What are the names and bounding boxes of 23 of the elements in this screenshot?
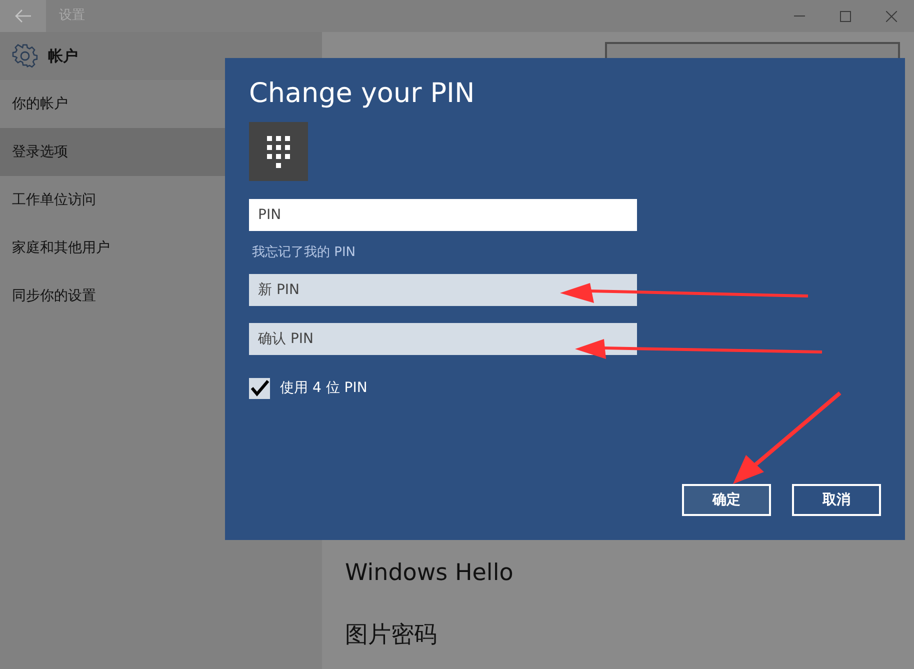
section-title: 帐户	[48, 46, 78, 67]
keypad-icon	[249, 122, 308, 182]
settings-icon	[12, 43, 38, 69]
sidebar-item[interactable]: 你的帐户	[0, 80, 225, 128]
sidebar-item[interactable]: 同步你的设置	[0, 272, 225, 320]
back-button[interactable]	[0, 0, 46, 32]
section-heading: 图片密码	[345, 622, 438, 650]
sidebar-item[interactable]: 家庭和其他用户	[0, 224, 225, 272]
sidebar-item[interactable]: 登录选项	[0, 128, 225, 176]
back-arrow-icon	[15, 9, 31, 23]
checkmark-icon	[250, 378, 270, 398]
sidebar-item[interactable]: 工作单位访问	[0, 176, 225, 224]
checkbox-label: 使用 4 位 PIN	[280, 378, 368, 398]
dialog-title: Change your PIN	[249, 78, 476, 110]
minimize-icon	[794, 15, 804, 17]
maximize-icon	[840, 10, 850, 22]
pin-field[interactable]: PIN	[249, 199, 637, 232]
cancel-button[interactable]: 取消	[792, 484, 881, 516]
section-heading: Windows Hello	[345, 560, 514, 588]
checkbox[interactable]	[249, 378, 270, 399]
confirm-button[interactable]: 确定	[682, 484, 771, 516]
forgot-pin-link[interactable]: 我忘记了我的 PIN	[252, 243, 881, 263]
close-icon	[886, 10, 896, 22]
